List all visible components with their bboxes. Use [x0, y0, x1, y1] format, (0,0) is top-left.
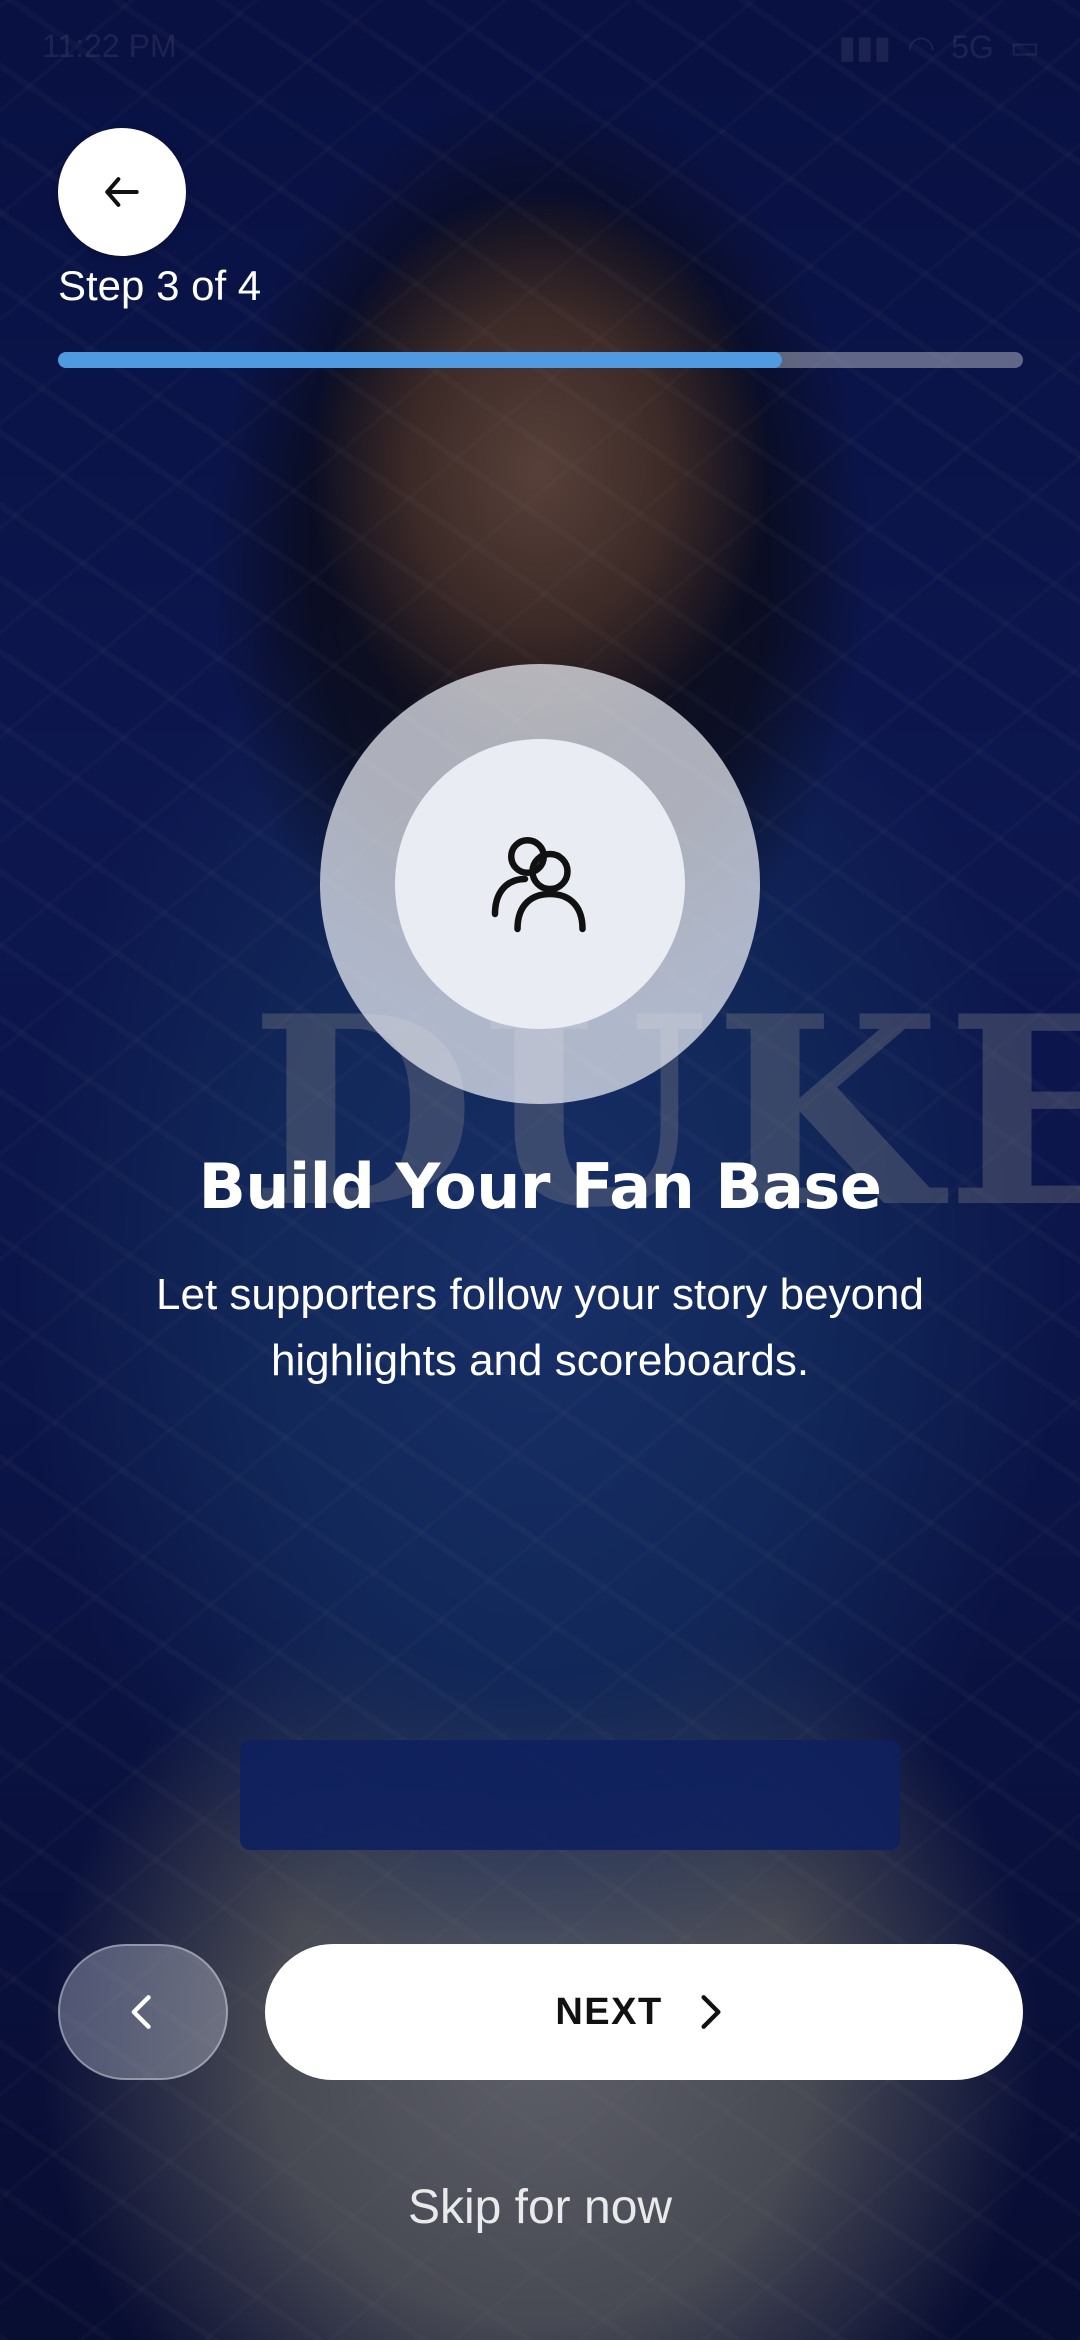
feature-icon-circle	[395, 739, 685, 1029]
signal-icon: ▮▮▮	[838, 29, 892, 65]
next-button-label: NEXT	[555, 1990, 663, 2033]
status-bar: 11:22 PM ▮▮▮ ◠ 5G ▭	[0, 0, 1080, 90]
onboarding-screen: DUKE 11:22 PM ▮▮▮ ◠ 5G ▭ Step 3 of 4 Bui…	[0, 0, 1080, 2340]
chevron-right-icon	[701, 1995, 721, 2029]
network-label: 5G	[951, 28, 994, 65]
previous-button[interactable]	[58, 1944, 228, 2080]
next-button[interactable]: NEXT	[265, 1944, 1023, 2080]
status-icons: ▮▮▮ ◠ 5G ▭	[838, 28, 1040, 66]
feature-description: Let supporters follow your story beyond …	[156, 1270, 924, 1385]
progress-fill	[58, 352, 782, 368]
arrow-left-icon	[105, 177, 139, 207]
progress-bar	[58, 352, 1023, 368]
status-time: 11:22 PM	[42, 28, 177, 64]
feature-title: Build Your Fan Base	[198, 1150, 882, 1223]
users-icon	[491, 837, 586, 933]
skip-for-now-link[interactable]: Skip for now	[0, 2180, 1080, 2235]
wifi-icon: ◠	[907, 29, 936, 65]
back-button[interactable]	[58, 128, 186, 256]
chevron-left-icon	[131, 1995, 151, 2029]
step-indicator: Step 3 of 4	[58, 262, 262, 309]
battery-icon: ▭	[1009, 29, 1040, 65]
